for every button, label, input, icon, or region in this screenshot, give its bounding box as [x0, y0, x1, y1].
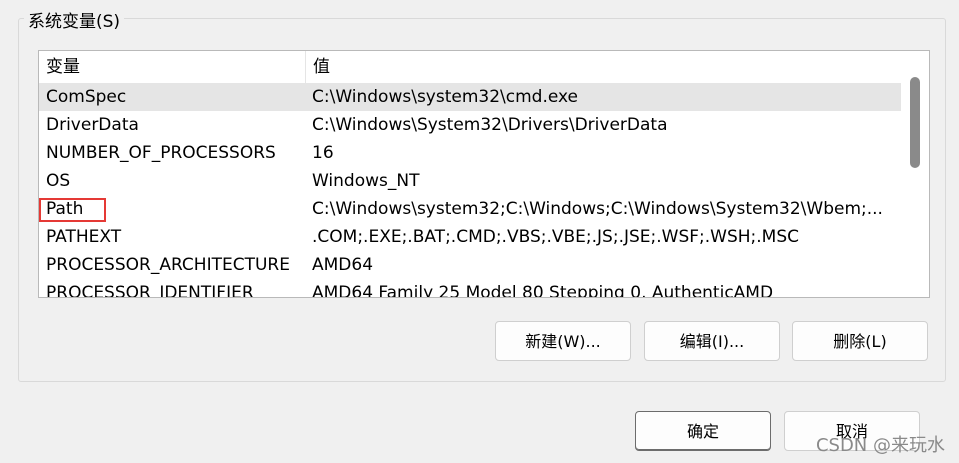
- row-name: NUMBER_OF_PROCESSORS: [46, 143, 276, 163]
- table-row[interactable]: OS Windows_NT: [39, 167, 901, 195]
- row-value: C:\Windows\system32;C:\Windows;C:\Window…: [312, 199, 883, 219]
- system-variables-list[interactable]: 变量 值 ComSpec C:\Windows\system32\cmd.exe…: [38, 50, 930, 298]
- row-value: Windows_NT: [312, 171, 420, 191]
- ok-button[interactable]: 确定: [635, 411, 771, 451]
- row-value: C:\Windows\system32\cmd.exe: [312, 87, 579, 107]
- row-name: OS: [46, 171, 71, 191]
- watermark: CSDN @来玩水: [815, 435, 945, 456]
- row-value: AMD64: [312, 255, 374, 275]
- row-value: AMD64 Family 25 Model 80 Stepping 0, Aut…: [312, 283, 774, 298]
- row-name: Path: [46, 199, 84, 219]
- row-value: .COM;.EXE;.BAT;.CMD;.VBS;.VBE;.JS;.JSE;.…: [312, 227, 800, 247]
- vertical-scrollbar[interactable]: [902, 51, 929, 297]
- table-row[interactable]: NUMBER_OF_PROCESSORS 16: [39, 139, 901, 167]
- table-row[interactable]: ComSpec C:\Windows\system32\cmd.exe: [39, 83, 901, 111]
- variable-rows: ComSpec C:\Windows\system32\cmd.exe Driv…: [39, 83, 901, 298]
- row-name: ComSpec: [46, 87, 127, 107]
- row-value: 16: [312, 143, 334, 163]
- table-row[interactable]: PROCESSOR_ARCHITECTURE AMD64: [39, 251, 901, 279]
- table-row[interactable]: PROCESSOR_IDENTIFIER AMD64 Family 25 Mod…: [39, 279, 901, 298]
- table-row-path[interactable]: Path C:\Windows\system32;C:\Windows;C:\W…: [39, 195, 901, 223]
- row-name: DriverData: [46, 115, 139, 135]
- column-header-value[interactable]: 值: [305, 51, 901, 83]
- column-header-variable[interactable]: 变量: [39, 51, 305, 83]
- row-value: C:\Windows\System32\Drivers\DriverData: [312, 115, 668, 135]
- row-name: PROCESSOR_ARCHITECTURE: [46, 255, 290, 275]
- group-title: 系统变量(S): [24, 11, 125, 33]
- list-header: 变量 值: [39, 51, 901, 83]
- new-button[interactable]: 新建(W)...: [495, 321, 631, 361]
- row-name: PATHEXT: [46, 227, 122, 247]
- row-name: PROCESSOR_IDENTIFIER: [46, 283, 254, 298]
- scrollbar-thumb[interactable]: [910, 77, 920, 168]
- delete-button[interactable]: 删除(L): [792, 321, 928, 361]
- edit-button[interactable]: 编辑(I)...: [644, 321, 780, 361]
- table-row[interactable]: DriverData C:\Windows\System32\Drivers\D…: [39, 111, 901, 139]
- table-row[interactable]: PATHEXT .COM;.EXE;.BAT;.CMD;.VBS;.VBE;.J…: [39, 223, 901, 251]
